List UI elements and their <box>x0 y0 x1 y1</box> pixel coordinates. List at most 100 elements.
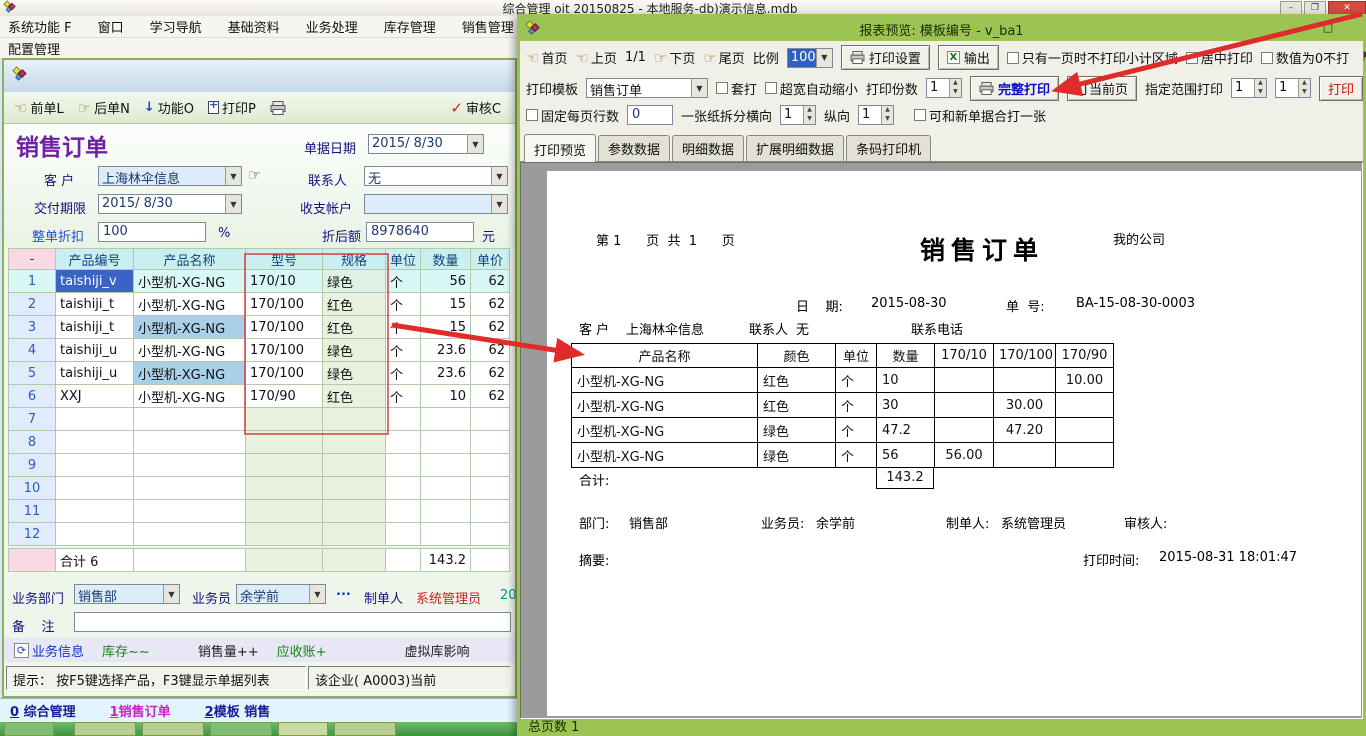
checkbox-icon <box>1007 52 1019 64</box>
page-indicator: 1/1 <box>625 50 646 65</box>
tab-param-data[interactable]: 参数数据 <box>598 135 670 161</box>
report-company: 我的公司 <box>1113 229 1165 248</box>
taskbar-button[interactable] <box>334 722 396 736</box>
option-overprint[interactable]: 套打 <box>716 79 757 98</box>
spin-up-icon[interactable]: ▲ <box>882 106 893 115</box>
printer-quick-button[interactable] <box>270 101 286 115</box>
first-page-button[interactable]: ☜首页 <box>526 48 567 67</box>
taskbar-start[interactable] <box>4 722 54 736</box>
full-print-button[interactable]: 完整打印 <box>970 76 1059 101</box>
tab-detail-data[interactable]: 明细数据 <box>672 135 744 161</box>
restore-button[interactable]: ❐ <box>1304 1 1326 15</box>
menu-learning-nav[interactable]: 学习导航 <box>150 17 202 36</box>
print-setup-button[interactable]: 打印设置 <box>841 45 930 70</box>
selected-cell[interactable]: taishiji_v <box>56 270 134 293</box>
option-fixed-rows[interactable]: 固定每页行数 <box>526 106 619 125</box>
chevron-down-icon: ▼ <box>691 79 707 97</box>
menu-window[interactable]: 窗口 <box>98 17 124 36</box>
mdi-tab-sales-order[interactable]: 1销售订单 <box>110 701 171 720</box>
taskbar-button[interactable] <box>210 722 272 736</box>
deadline-combo[interactable]: 2015/ 8/30▼ <box>98 194 242 214</box>
taskbar-button[interactable] <box>74 722 136 736</box>
report-table: 产品名称颜色 单位数量 170/10170/100 170/90 小型机-XG-… <box>571 343 1114 468</box>
finger-lookup-icon[interactable]: ☞ <box>248 166 261 184</box>
tab-ext-detail-data[interactable]: 扩展明细数据 <box>746 135 844 161</box>
function-button[interactable]: ↓功能O <box>144 98 194 117</box>
option-zero-no-print[interactable]: 数值为0不打 <box>1261 48 1349 67</box>
report-customer-label: 客 户 <box>579 319 609 338</box>
next-doc-button[interactable]: ☞后单N <box>78 98 130 117</box>
sales-qty-link[interactable]: 销售量++ <box>198 641 259 660</box>
option-center-print[interactable]: 居中打印 <box>1186 48 1253 67</box>
minimize-button[interactable]: – <box>1280 1 1302 15</box>
option-merge-print[interactable]: 可和新单据合打一张 <box>914 106 1046 125</box>
preview-toolbar-2: 打印模板 销售订单▼ 套打 超宽自动缩小 打印份数 1▲▼ 完整打印 打当前页 … <box>520 74 1363 102</box>
menu-inventory[interactable]: 库存管理 <box>384 17 436 36</box>
option-shrink[interactable]: 超宽自动缩小 <box>765 79 858 98</box>
amount-input[interactable]: 8978640 <box>366 222 474 242</box>
sales-order-window: ☜前单L ☞后单N ↓功能O 打印P ✓审核C 销售订单 单据日期 2015/ … <box>2 58 517 698</box>
split-v-spinner[interactable]: 1▲▼ <box>858 105 894 125</box>
menu-system[interactable]: 系统功能 F <box>8 17 72 36</box>
fixed-rows-input[interactable]: 0 <box>627 105 673 125</box>
grid-total-row: 合计 6 143.2 <box>8 548 510 572</box>
print-menu-button[interactable]: 打印P <box>208 98 256 117</box>
customer-combo[interactable]: 上海林伞信息▼ <box>98 166 242 186</box>
spin-up-icon[interactable]: ▲ <box>804 106 815 115</box>
tab-print-preview[interactable]: 打印预览 <box>524 134 596 162</box>
option-no-subtotal[interactable]: 只有一页时不打印小计区域 <box>1007 48 1178 67</box>
template-combo[interactable]: 销售订单▼ <box>586 78 708 98</box>
spin-down-icon[interactable]: ▼ <box>804 115 815 124</box>
discount-input[interactable]: 100 <box>98 222 206 242</box>
business-info-link[interactable]: ⟳业务信息 <box>14 641 84 660</box>
contact-combo[interactable]: 无▼ <box>364 166 508 186</box>
spin-down-icon[interactable]: ▼ <box>1299 88 1310 97</box>
spin-up-icon[interactable]: ▲ <box>1255 79 1266 88</box>
audit-button[interactable]: ✓审核C <box>450 98 501 117</box>
account-combo[interactable]: ▼ <box>364 194 508 214</box>
report-row: 小型机-XG-NG红色 个10 10.00 <box>572 368 1114 393</box>
taskbar-button[interactable] <box>278 722 328 736</box>
prev-doc-button[interactable]: ☜前单L <box>14 98 64 117</box>
child-caption-strip <box>4 60 515 92</box>
export-button[interactable]: X输出 <box>938 45 999 70</box>
business-info-row: ⟳业务信息 库存~~ 销售量++ 应收账+ 虚拟库影响 <box>4 638 515 662</box>
tab-barcode-printer[interactable]: 条码打印机 <box>846 135 931 161</box>
spin-down-icon[interactable]: ▼ <box>882 115 893 124</box>
print-button[interactable]: 打印 <box>1319 76 1363 101</box>
receivable-link[interactable]: 应收账+ <box>277 641 327 660</box>
prev-page-button[interactable]: ☜上页 <box>575 48 616 67</box>
preview-maximize-button[interactable]: □ <box>1317 21 1339 37</box>
creator-label: 制单人 <box>364 588 403 607</box>
mdi-tab-main[interactable]: 0 综合管理 <box>10 701 76 720</box>
copies-spinner[interactable]: 1▲▼ <box>926 78 962 98</box>
salesman-combo[interactable]: 余学前▼ <box>236 584 326 604</box>
split-h-spinner[interactable]: 1▲▼ <box>780 105 816 125</box>
mdi-tab-template[interactable]: 2模板 销售 <box>205 701 271 720</box>
virtual-stock-link[interactable]: 虚拟库影响 <box>405 641 470 660</box>
preview-minimize-button[interactable]: — <box>1295 21 1317 37</box>
spin-up-icon[interactable]: ▲ <box>950 79 961 88</box>
menu-base-data[interactable]: 基础资料 <box>228 17 280 36</box>
range-from-spinner[interactable]: 1▲▼ <box>1231 78 1267 98</box>
spin-down-icon[interactable]: ▼ <box>1255 88 1266 97</box>
doc-date-combo[interactable]: 2015/ 8/30▼ <box>368 134 484 154</box>
print-current-page-button[interactable]: 打当前页 <box>1067 76 1137 101</box>
stock-link[interactable]: 库存~~ <box>102 641 150 660</box>
percent-sign: % <box>218 226 230 241</box>
dept-combo[interactable]: 销售部▼ <box>74 584 180 604</box>
last-page-button[interactable]: ☞尾页 <box>703 48 744 67</box>
range-to-spinner[interactable]: 1▲▼ <box>1275 78 1311 98</box>
more-button[interactable]: ... <box>336 584 351 599</box>
note-input[interactable] <box>74 612 511 632</box>
spin-up-icon[interactable]: ▲ <box>1299 79 1310 88</box>
menu-business[interactable]: 业务处理 <box>306 17 358 36</box>
menu-config[interactable]: 配置管理 <box>8 39 60 58</box>
next-page-button[interactable]: ☞下页 <box>654 48 695 67</box>
report-auditor-label: 审核人: <box>1124 513 1167 532</box>
zoom-combo[interactable]: 100▼ <box>787 48 833 68</box>
spin-down-icon[interactable]: ▼ <box>950 88 961 97</box>
taskbar-button[interactable] <box>142 722 204 736</box>
menu-sales[interactable]: 销售管理 <box>462 17 514 36</box>
close-button[interactable]: ✕ <box>1328 1 1366 15</box>
